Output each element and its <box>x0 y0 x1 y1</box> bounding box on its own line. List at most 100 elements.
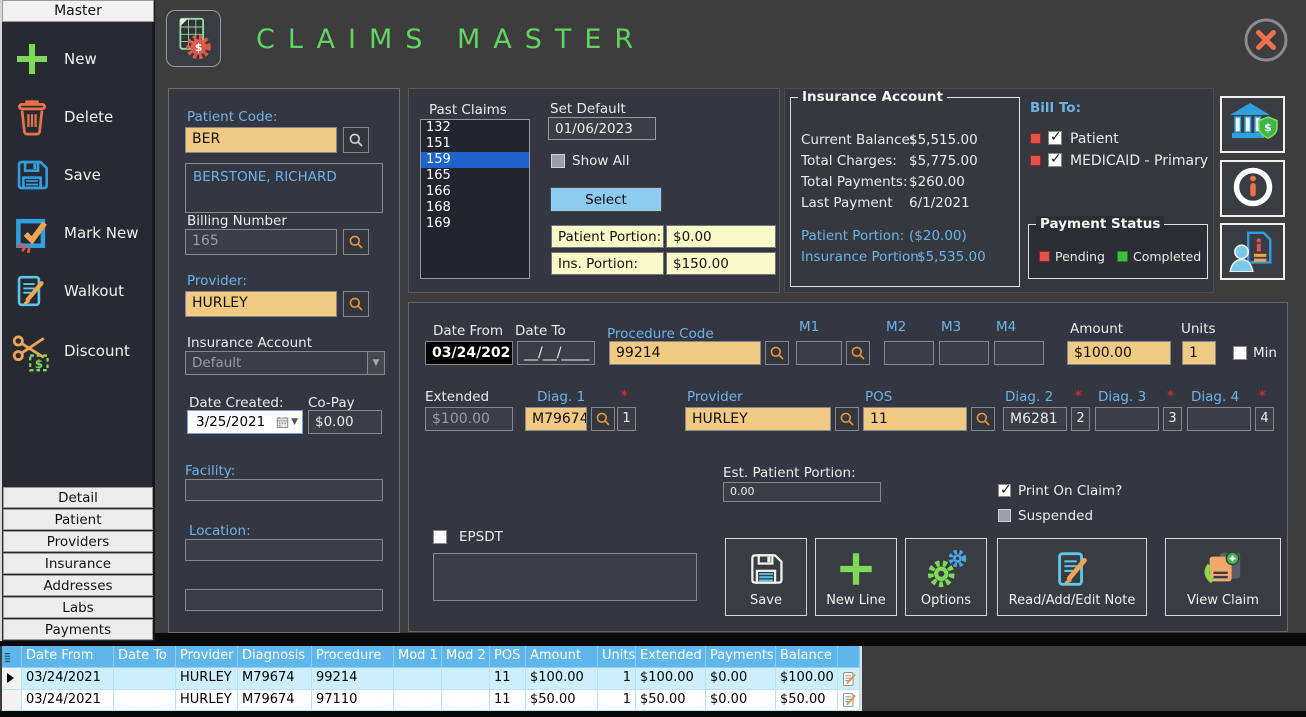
provider-search-button[interactable] <box>343 291 369 317</box>
walkout-button[interactable]: Walkout <box>8 268 150 314</box>
sidebar-tab-detail[interactable]: Detail <box>3 487 153 508</box>
patient-search-button[interactable] <box>343 127 369 153</box>
grid-col-header[interactable]: Payments <box>706 646 776 668</box>
cell-amount[interactable]: $100.00 <box>526 668 598 690</box>
diag1-search-button[interactable] <box>591 407 615 431</box>
extra-input[interactable] <box>185 589 383 611</box>
bill-to-patient-checkbox[interactable] <box>1048 131 1062 145</box>
m1-input[interactable] <box>796 341 842 365</box>
options-button[interactable]: Options <box>905 538 987 616</box>
close-button[interactable] <box>1243 17 1289 63</box>
suspended-checkbox[interactable] <box>998 509 1011 522</box>
grid-col-header-notes[interactable] <box>838 646 860 668</box>
new-button[interactable]: New <box>8 36 150 82</box>
sidebar-tab-providers[interactable]: Providers <box>3 531 153 552</box>
list-item-selected[interactable]: 159 <box>421 152 529 168</box>
mark-new-button[interactable]: Mark New <box>8 210 150 256</box>
m1-search-button[interactable] <box>846 341 870 365</box>
insurance-bank-button[interactable]: $ <box>1220 96 1285 153</box>
copay-input[interactable]: $0.00 <box>308 410 382 434</box>
grid-col-header[interactable]: Provider <box>176 646 238 668</box>
insurance-account-select[interactable]: Default ▼ <box>185 351 385 375</box>
note-button[interactable]: Read/Add/Edit Note <box>997 538 1147 616</box>
grid-col-header[interactable]: Amount <box>526 646 598 668</box>
cell-amount[interactable]: $50.00 <box>526 690 598 711</box>
tab-master[interactable]: Master <box>2 0 154 22</box>
cell-units[interactable]: 1 <box>598 668 636 690</box>
m2-input[interactable] <box>884 341 934 365</box>
row-selector-cell[interactable] <box>2 690 22 711</box>
row-note-button[interactable] <box>838 668 860 690</box>
cell-extended[interactable]: $50.00 <box>636 690 706 711</box>
diag1-input[interactable]: M79674 <box>525 407 587 431</box>
grid-col-header[interactable]: Date From <box>22 646 114 668</box>
list-item[interactable]: 169 <box>421 216 529 232</box>
cell-mod2[interactable] <box>442 668 490 690</box>
grid-col-header[interactable]: Procedure <box>312 646 394 668</box>
list-item[interactable]: 132 <box>421 120 529 136</box>
diag2-input[interactable]: M6281 <box>1003 407 1067 431</box>
delete-button[interactable]: Delete <box>8 94 150 140</box>
row-selector-cell[interactable] <box>2 668 22 690</box>
procedure-search-button[interactable] <box>765 341 789 365</box>
grid-col-header[interactable]: Mod 1 <box>394 646 442 668</box>
sidebar-tab-addresses[interactable]: Addresses <box>3 575 153 596</box>
facility-input[interactable] <box>185 479 383 501</box>
provider-input[interactable]: HURLEY <box>185 291 337 317</box>
past-claims-listbox[interactable]: 132 151 159 165 166 168 169 <box>420 119 530 279</box>
set-default-input[interactable]: 01/06/2023 <box>548 117 656 140</box>
save-line-button[interactable]: Save <box>725 538 807 616</box>
claims-master-app-button[interactable]: $ <box>166 10 221 67</box>
list-item[interactable]: 165 <box>421 168 529 184</box>
grid-col-header[interactable]: Diagnosis <box>238 646 312 668</box>
epsdt-notes-textarea[interactable] <box>433 553 697 601</box>
amount-input[interactable]: $100.00 <box>1067 341 1171 365</box>
cell-provider[interactable]: HURLEY <box>176 690 238 711</box>
save-sidebar-button[interactable]: Save <box>8 152 150 198</box>
view-claim-button[interactable]: View Claim <box>1165 538 1281 616</box>
info-button[interactable] <box>1220 160 1285 217</box>
cell-units[interactable]: 1 <box>598 690 636 711</box>
pos-input[interactable]: 11 <box>863 407 967 431</box>
list-item[interactable]: 166 <box>421 184 529 200</box>
diag4-input[interactable] <box>1187 407 1251 431</box>
grid-grip-icon[interactable] <box>2 646 22 668</box>
cell-payments[interactable]: $0.00 <box>706 690 776 711</box>
est-patient-portion-input[interactable]: 0.00 <box>723 482 881 502</box>
cell-procedure[interactable]: 99214 <box>312 668 394 690</box>
cell-balance[interactable]: $100.00 <box>776 668 838 690</box>
cell-mod2[interactable] <box>442 690 490 711</box>
cell-date-to[interactable] <box>114 690 176 711</box>
grid-col-header[interactable]: POS <box>490 646 526 668</box>
line-provider-input[interactable]: HURLEY <box>685 407 831 431</box>
m3-input[interactable] <box>939 341 989 365</box>
bill-to-medicaid-checkbox[interactable] <box>1048 153 1062 167</box>
cell-mod1[interactable] <box>394 690 442 711</box>
row-note-button[interactable] <box>838 690 860 711</box>
m4-input[interactable] <box>994 341 1044 365</box>
cell-date-from[interactable]: 03/24/2021 <box>22 668 114 690</box>
table-row[interactable]: 03/24/2021 HURLEY M79674 97110 11 $50.00… <box>2 690 860 711</box>
table-row[interactable]: 03/24/2021 HURLEY M79674 99214 11 $100.0… <box>2 668 860 690</box>
new-line-button[interactable]: New Line <box>815 538 897 616</box>
cell-procedure[interactable]: 97110 <box>312 690 394 711</box>
cell-diagnosis[interactable]: M79674 <box>238 690 312 711</box>
extended-input[interactable]: $100.00 <box>425 407 513 431</box>
sidebar-tab-labs[interactable]: Labs <box>3 597 153 618</box>
date-created-picker[interactable]: 3/25/2021 ▼ <box>187 410 303 434</box>
billing-number-input[interactable]: 165 <box>185 229 337 255</box>
epsdt-checkbox[interactable] <box>433 530 447 544</box>
cell-mod1[interactable] <box>394 668 442 690</box>
cell-payments[interactable]: $0.00 <box>706 668 776 690</box>
sidebar-tab-payments[interactable]: Payments <box>3 619 153 640</box>
sidebar-tab-patient[interactable]: Patient <box>3 509 153 530</box>
patient-info-button[interactable] <box>1220 223 1285 280</box>
grid-col-header[interactable]: Mod 2 <box>442 646 490 668</box>
patient-code-input[interactable]: BER <box>185 127 337 153</box>
diag3-input[interactable] <box>1095 407 1159 431</box>
procedure-code-input[interactable]: 99214 <box>609 341 761 365</box>
units-input[interactable]: 1 <box>1182 341 1216 365</box>
sidebar-tab-insurance[interactable]: Insurance <box>3 553 153 574</box>
grid-col-header[interactable]: Extended <box>636 646 706 668</box>
cell-date-from[interactable]: 03/24/2021 <box>22 690 114 711</box>
